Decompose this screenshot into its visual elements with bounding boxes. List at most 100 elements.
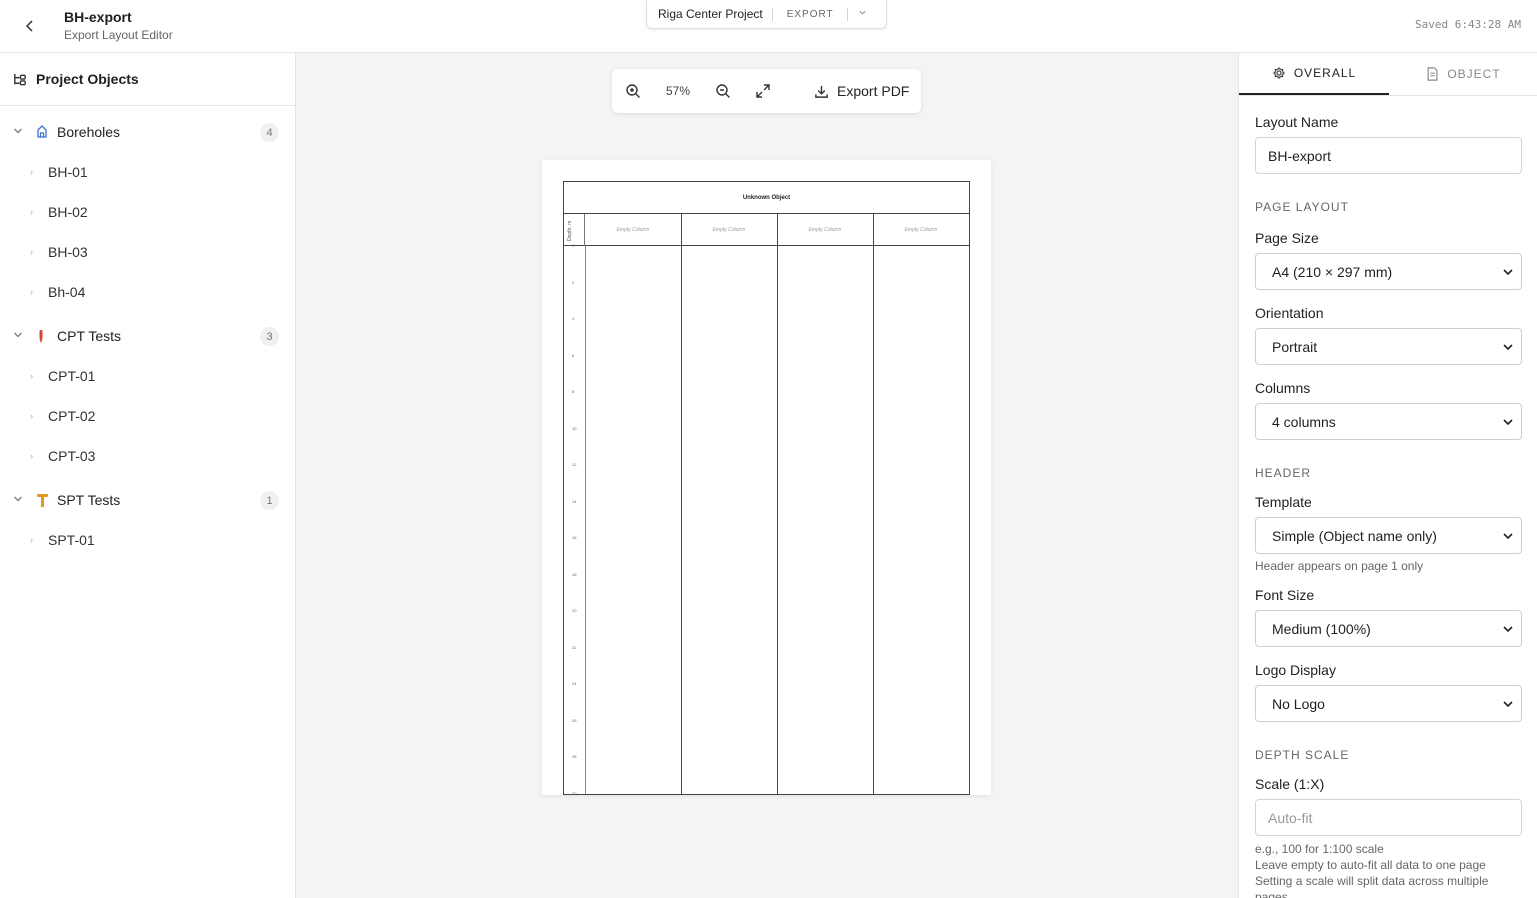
- page-size-select[interactable]: A4 (210 × 297 mm): [1255, 253, 1522, 290]
- chevron-down-icon[interactable]: [13, 494, 27, 507]
- orientation-label: Orientation: [1255, 305, 1324, 321]
- tab-overall[interactable]: OVERALL: [1239, 53, 1389, 95]
- item-label: CPT-01: [48, 368, 96, 384]
- depth-tick-label: 6: [572, 352, 575, 358]
- chevron-down-icon: [1503, 419, 1513, 426]
- back-button[interactable]: [18, 14, 42, 38]
- list-item[interactable]: › CPT-03: [0, 436, 295, 476]
- template-help-text: Header appears on page 1 only: [1255, 559, 1424, 573]
- zoom-out-icon: [716, 84, 730, 98]
- chevron-down-icon[interactable]: [858, 8, 867, 20]
- group-boreholes[interactable]: Boreholes 4: [0, 112, 295, 152]
- divider: [771, 7, 773, 21]
- section-page-layout: PAGE LAYOUT: [1255, 200, 1349, 214]
- logo-display-label: Logo Display: [1255, 662, 1336, 678]
- chevron-down-icon: [1503, 269, 1513, 276]
- scale-help-split: Setting a scale will split data across m…: [1255, 874, 1489, 898]
- zoom-in-icon: [626, 84, 640, 98]
- depth-tick-label: 30: [572, 791, 577, 796]
- chevron-right-icon[interactable]: ›: [30, 371, 48, 381]
- list-item[interactable]: › BH-01: [0, 152, 295, 192]
- list-item[interactable]: › BH-03: [0, 232, 295, 272]
- depth-tick-label: 8: [572, 389, 575, 395]
- sidebar-title: Project Objects: [36, 71, 139, 87]
- column-header-row: Depth, m Empty Column Empty Column Empty…: [564, 214, 969, 246]
- gear-icon: [1273, 67, 1285, 79]
- page-size-label: Page Size: [1255, 230, 1319, 246]
- select-value: Medium (100%): [1272, 620, 1371, 637]
- font-size-label: Font Size: [1255, 587, 1315, 603]
- orientation-select[interactable]: Portrait: [1255, 328, 1522, 365]
- chevron-right-icon[interactable]: ›: [30, 167, 48, 177]
- template-select[interactable]: Simple (Object name only): [1255, 517, 1522, 554]
- font-size-select[interactable]: Medium (100%): [1255, 610, 1522, 647]
- tab-label: OVERALL: [1293, 66, 1357, 80]
- item-label: Bh-04: [48, 284, 86, 300]
- depth-tick-label: 18: [572, 571, 577, 577]
- settings-form: Layout Name BH-export PAGE LAYOUT Page S…: [1239, 114, 1537, 898]
- scale-help-autofit: Leave empty to auto-fit all data to one …: [1255, 858, 1486, 872]
- scale-help-example: e.g., 100 for 1:100 scale: [1255, 842, 1384, 856]
- download-icon: [815, 85, 828, 98]
- chevron-down-icon[interactable]: [13, 330, 27, 343]
- project-switcher[interactable]: Riga Center Project EXPORT: [646, 0, 887, 29]
- item-label: SPT-01: [48, 532, 95, 548]
- group-spt-tests[interactable]: SPT Tests 1: [0, 480, 295, 520]
- tree-icon: [14, 73, 26, 85]
- export-pdf-button[interactable]: Export PDF: [814, 83, 909, 99]
- columns-select[interactable]: 4 columns: [1255, 403, 1522, 440]
- depth-tick-label: 2: [572, 279, 575, 285]
- columns-label: Columns: [1255, 380, 1311, 396]
- list-item[interactable]: › CPT-01: [0, 356, 295, 396]
- zoom-out-button[interactable]: [708, 76, 738, 106]
- depth-tick-label: 4: [572, 316, 575, 322]
- sidebar: Project Objects Boreholes 4 › BH-01 › BH-0…: [0, 53, 296, 898]
- page-preview: Unknown Object Depth, m Empty Column Emp…: [542, 160, 991, 796]
- item-label: BH-03: [48, 244, 88, 260]
- count-badge: 4: [260, 123, 279, 142]
- chevron-right-icon[interactable]: ›: [30, 451, 48, 461]
- select-value: Simple (Object name only): [1272, 527, 1437, 544]
- scale-input[interactable]: Auto-fit: [1255, 799, 1522, 836]
- properties-panel: OVERALL OBJECT Layout Name BH-export PAG…: [1238, 53, 1537, 898]
- chevron-down-icon: [1503, 533, 1513, 540]
- page-subtitle: Export Layout Editor: [64, 28, 173, 42]
- group-cpt-tests[interactable]: CPT Tests 3: [0, 316, 295, 356]
- depth-tick-label: 22: [572, 644, 577, 650]
- tab-object[interactable]: OBJECT: [1389, 53, 1537, 95]
- list-item[interactable]: › Bh-04: [0, 272, 295, 312]
- page-title: BH-export: [64, 9, 132, 25]
- section-header: HEADER: [1255, 466, 1312, 480]
- logo-display-select[interactable]: No Logo: [1255, 685, 1522, 722]
- depth-tick-label: 20: [572, 608, 577, 614]
- zoom-in-button[interactable]: [618, 76, 648, 106]
- list-item[interactable]: › BH-02: [0, 192, 295, 232]
- group-label: CPT Tests: [57, 328, 122, 344]
- mode-label: EXPORT: [786, 8, 834, 20]
- chevron-down-icon: [1503, 626, 1513, 633]
- select-value: A4 (210 × 297 mm): [1272, 263, 1393, 280]
- depth-tick-label: 0: [572, 243, 575, 248]
- chevron-down-icon: [1503, 701, 1513, 708]
- chevron-right-icon[interactable]: ›: [30, 535, 48, 545]
- chevron-right-icon[interactable]: ›: [30, 411, 48, 421]
- column-divider: [873, 214, 874, 794]
- column-header: Empty Column: [712, 227, 746, 233]
- borehole-icon: [36, 125, 52, 139]
- zoom-toolbar: 57% Export PDF: [612, 69, 921, 113]
- list-item[interactable]: › SPT-01: [0, 520, 295, 560]
- panel-tabs: OVERALL OBJECT: [1239, 53, 1537, 96]
- template-label: Template: [1255, 494, 1312, 510]
- expand-icon: [756, 84, 770, 98]
- depth-tick-label: 28: [572, 754, 577, 760]
- chevron-down-icon[interactable]: [13, 126, 27, 139]
- document-icon: [1427, 67, 1438, 81]
- list-item[interactable]: › CPT-02: [0, 396, 295, 436]
- layout-name-input[interactable]: BH-export: [1255, 137, 1522, 174]
- fit-screen-button[interactable]: [748, 76, 778, 106]
- chevron-right-icon[interactable]: ›: [30, 287, 48, 297]
- chevron-right-icon[interactable]: ›: [30, 247, 48, 257]
- spt-icon: [36, 493, 52, 508]
- chevron-right-icon[interactable]: ›: [30, 207, 48, 217]
- depth-tick-label: 26: [572, 717, 577, 723]
